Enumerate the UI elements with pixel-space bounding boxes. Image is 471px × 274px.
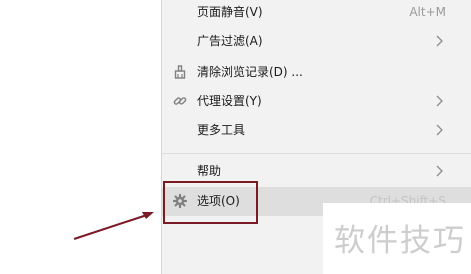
annotation-arrow (73, 212, 154, 240)
annotation-highlight-box (163, 181, 258, 224)
menu-item-shortcut: Alt+M (409, 5, 446, 19)
menu-item-label: 广告过滤(A) (197, 34, 263, 48)
menu-item-mute-page[interactable]: 页面静音(V) Alt+M (162, 0, 471, 27)
menu-item-clear-history[interactable]: 清除浏览记录(D) ... (162, 58, 471, 87)
menu-item-more-tools[interactable]: 更多工具 (162, 116, 471, 145)
chevron-right-icon (436, 35, 443, 47)
chevron-right-icon (436, 124, 443, 136)
chevron-right-icon (436, 95, 443, 107)
menu-separator (162, 153, 471, 154)
broom-icon (172, 64, 188, 80)
menu-item-label: 帮助 (197, 164, 222, 178)
link-icon (172, 93, 188, 109)
watermark-text: 软件技巧 (334, 223, 466, 259)
menu-item-proxy-settings[interactable]: 代理设置(Y) (162, 87, 471, 116)
chevron-right-icon (436, 165, 443, 177)
menu-item-label: 更多工具 (197, 123, 246, 137)
menu-item-ad-filter[interactable]: 广告过滤(A) (162, 27, 471, 56)
menu-item-label: 页面静音(V) (197, 5, 263, 19)
menu-item-label: 清除浏览记录(D) ... (197, 65, 303, 79)
menu-item-label: 代理设置(Y) (197, 94, 262, 108)
